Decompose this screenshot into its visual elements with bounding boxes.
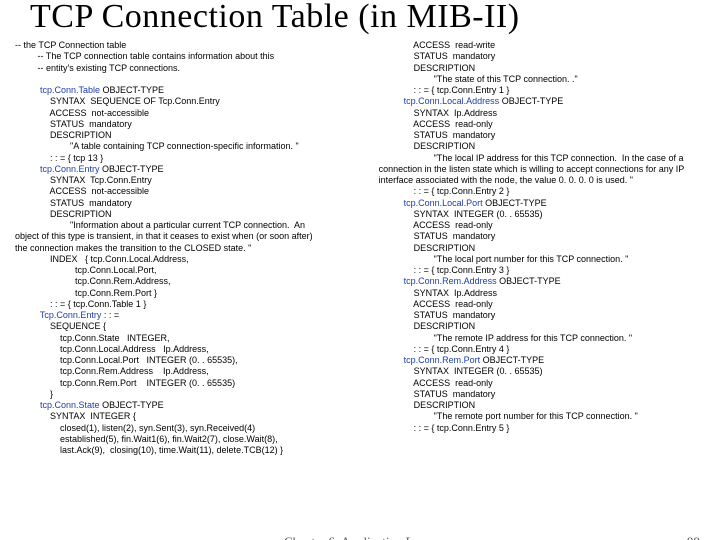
object-name: tcp.Conn.State — [40, 400, 100, 410]
text: OBJECT-TYPE SYNTAX INTEGER (0. . 65535) … — [379, 198, 629, 287]
right-column: ACCESS read-write STATUS mandatory DESCR… — [379, 40, 705, 510]
object-name: tcp.Conn.Entry — [40, 164, 100, 174]
text: -- the TCP Connection table -- The TCP c… — [15, 40, 274, 73]
object-name: tcp.Conn.Local.Port — [404, 198, 483, 208]
text: : : = SEQUENCE { tcp.Conn.State INTEGER,… — [15, 310, 238, 410]
object-name: tcp.Conn.Local.Address — [404, 96, 500, 106]
object-name: tcp.Conn.Table — [15, 85, 100, 95]
body: -- the TCP Connection table -- The TCP c… — [15, 40, 705, 510]
text: OBJECT-TYPE SYNTAX SEQUENCE OF Tcp.Conn.… — [15, 85, 299, 174]
object-name: Tcp.Conn.Entry — [40, 310, 102, 320]
text: OBJECT-TYPE SYNTAX Ip.Address ACCESS rea… — [379, 96, 685, 207]
text: OBJECT-TYPE SYNTAX Tcp.Conn.Entry ACCESS… — [15, 164, 313, 320]
slide: TCP Connection Table (in MIB-II) -- the … — [0, 0, 720, 540]
footer-chapter: Chapter 6: Application Layer — [284, 534, 436, 540]
page-number: 99 — [687, 534, 700, 540]
object-name: tcp.Conn.Rem.Address — [404, 276, 497, 286]
left-column: -- the TCP Connection table -- The TCP c… — [15, 40, 369, 510]
text: OBJECT-TYPE SYNTAX Ip.Address ACCESS rea… — [379, 276, 633, 365]
object-name: tcp.Conn.Rem.Port — [404, 355, 481, 365]
slide-title: TCP Connection Table (in MIB-II) — [30, 0, 710, 36]
text: OBJECT-TYPE SYNTAX INTEGER (0. . 65535) … — [379, 355, 638, 433]
